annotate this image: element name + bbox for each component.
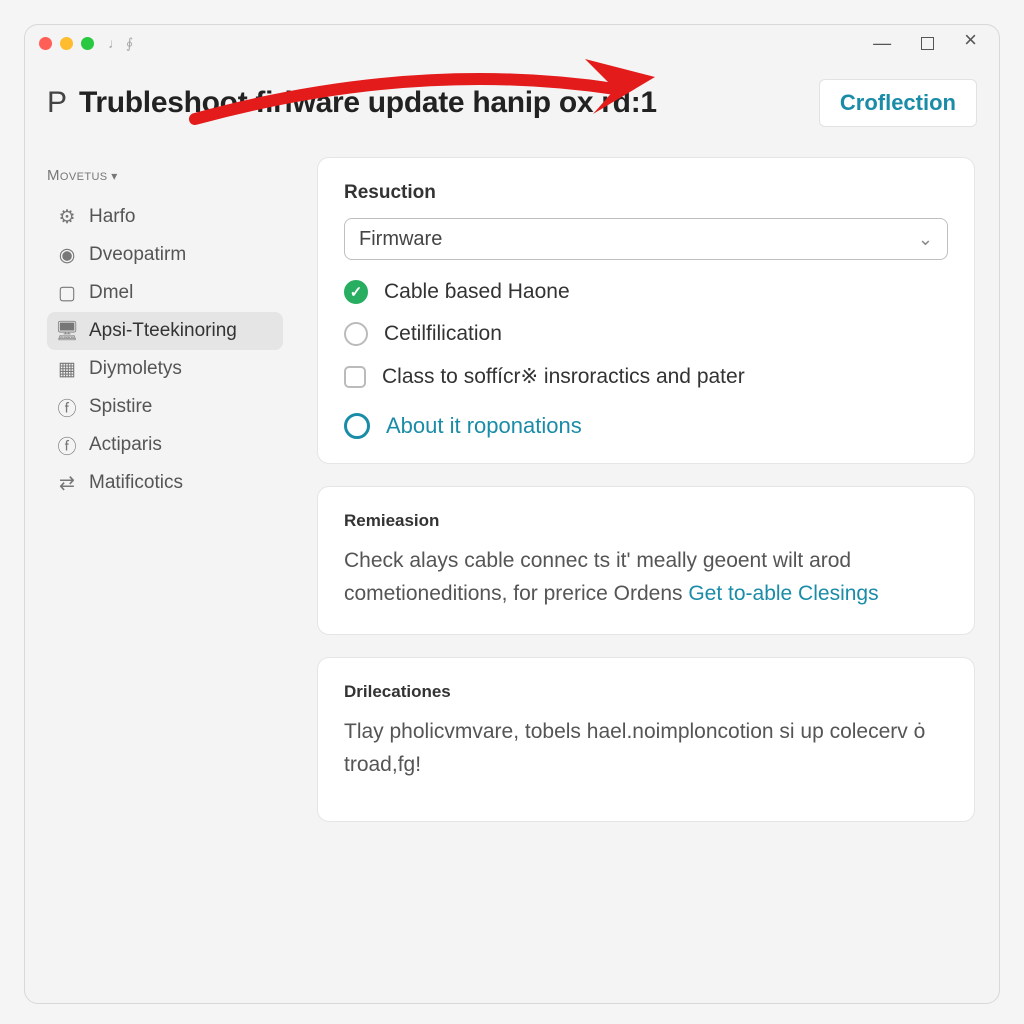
header-prefix: P [47, 86, 67, 120]
collection-button[interactable]: Croflection [819, 79, 977, 127]
minimize-button[interactable]: — [873, 33, 891, 54]
sidebar-item-label: Dmel [89, 282, 133, 304]
circle-f-icon: ⓕ [57, 397, 77, 417]
radio-outline-icon [344, 413, 370, 439]
page-title: Trubleshoot firiware update hanip ox rd:… [79, 86, 809, 120]
directions-card: Drilecationes Tlay pholicvmvare, tobels … [317, 657, 975, 822]
directions-label: Drilecationes [344, 682, 948, 702]
option-label: Cetilfilication [384, 322, 502, 346]
directions-text: Tlay pholicvmvare, tobels hael.noimplonc… [344, 716, 948, 781]
sidebar: Movetus ⚙ Harfo ◉ Dveopatirm ▢ Dmel 🖥 Ap… [25, 147, 293, 995]
app-window: ♩ ∮ — × P Trubleshoot firiware update ha… [24, 24, 1000, 1004]
titlebar-glyph: ♩ ∮ [108, 35, 133, 52]
sidebar-item-label: Apsi-Tteekinoring [89, 320, 237, 342]
resuction-card: Resuction Firmware ⌄ Cable ɓased Haone C… [317, 157, 975, 464]
maximize-button[interactable] [921, 33, 934, 54]
about-link-label: About it roponations [386, 413, 582, 439]
header: P Trubleshoot firiware update hanip ox r… [25, 61, 999, 137]
sidebar-item-diymoletys[interactable]: ▦ Diymoletys [47, 350, 283, 388]
body: Movetus ⚙ Harfo ◉ Dveopatirm ▢ Dmel 🖥 Ap… [25, 137, 999, 995]
shield-icon: ◉ [57, 245, 77, 265]
sidebar-item-matificotics[interactable]: ⇄ Matificotics [47, 464, 283, 502]
get-to-able-link[interactable]: Get to-able Clesings [688, 582, 878, 605]
sidebar-item-apsi[interactable]: 🖥 Apsi-Tteekinoring [47, 312, 283, 350]
sidebar-header[interactable]: Movetus [47, 167, 283, 184]
robot-icon: ⚙ [57, 207, 77, 227]
window-controls: — × [873, 33, 989, 54]
remeasion-card: Remieasion Check alays cable connec ts i… [317, 486, 975, 635]
sidebar-item-label: Spistire [89, 396, 152, 418]
remeasion-label: Remieasion [344, 511, 948, 531]
grid-icon: ▦ [57, 359, 77, 379]
resuction-label: Resuction [344, 182, 948, 204]
radio-icon [344, 322, 368, 346]
sidebar-item-label: Matificotics [89, 472, 183, 494]
zoom-dot[interactable] [81, 37, 94, 50]
traffic-lights [39, 37, 94, 50]
sidebar-item-label: Actiparis [89, 434, 162, 456]
about-roponations-link[interactable]: About it roponations [344, 413, 948, 439]
monitor-icon: 🖥 [57, 321, 77, 341]
close-button[interactable]: × [964, 33, 977, 54]
sidebar-item-actiparis[interactable]: ⓕ Actiparis [47, 426, 283, 464]
option-list: Cable ɓased Haone Cetilfilication Class … [344, 280, 948, 439]
sidebar-item-label: Harfo [89, 206, 135, 228]
sidebar-item-spistire[interactable]: ⓕ Spistire [47, 388, 283, 426]
swap-icon: ⇄ [57, 473, 77, 493]
doc-icon: ▢ [57, 283, 77, 303]
option-class-sofficr[interactable]: Class to soffícr※ insroractics and pater [344, 364, 948, 389]
sidebar-item-dmel[interactable]: ▢ Dmel [47, 274, 283, 312]
option-cetification[interactable]: Cetilfilication [344, 322, 948, 346]
circle-f-icon: ⓕ [57, 435, 77, 455]
option-label: Cable ɓased Haone [384, 280, 570, 304]
sidebar-item-harfo[interactable]: ⚙ Harfo [47, 198, 283, 236]
firmware-select[interactable]: Firmware ⌄ [344, 218, 948, 260]
select-value: Firmware [359, 228, 442, 251]
sidebar-item-label: Dveopatirm [89, 244, 186, 266]
sidebar-item-dveopatirm[interactable]: ◉ Dveopatirm [47, 236, 283, 274]
option-label: Class to soffícr※ insroractics and pater [382, 364, 745, 389]
checkbox-icon [344, 366, 366, 388]
main-content: Resuction Firmware ⌄ Cable ɓased Haone C… [293, 147, 999, 995]
titlebar: ♩ ∮ — × [25, 25, 999, 61]
chevron-down-icon: ⌄ [918, 229, 933, 250]
minimize-dot[interactable] [60, 37, 73, 50]
close-dot[interactable] [39, 37, 52, 50]
sidebar-item-label: Diymoletys [89, 358, 182, 380]
option-cable-based[interactable]: Cable ɓased Haone [344, 280, 948, 304]
radio-checked-icon [344, 280, 368, 304]
remeasion-text: Check alays cable connec ts it' meally g… [344, 545, 948, 610]
